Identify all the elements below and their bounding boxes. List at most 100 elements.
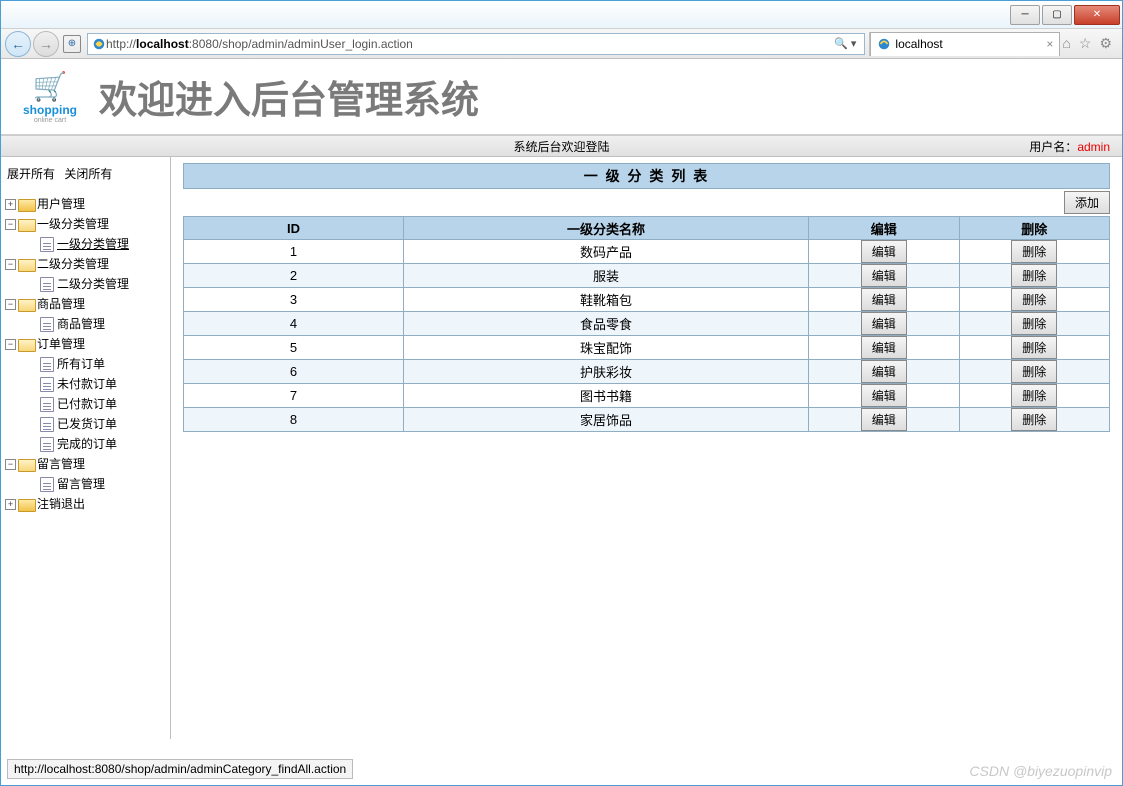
tree-leaf[interactable]: 商品管理	[57, 314, 105, 334]
folder-icon	[18, 198, 34, 211]
window-titlebar: ─ ▢ ✕	[1, 1, 1122, 29]
table-row: 1数码产品编辑删除	[184, 240, 1110, 264]
th-delete: 删除	[959, 217, 1109, 240]
document-icon	[40, 397, 54, 412]
tree-node[interactable]: 一级分类管理	[37, 214, 109, 234]
maximize-button[interactable]: ▢	[1042, 5, 1072, 25]
tree-leaf[interactable]: 一级分类管理	[57, 234, 129, 254]
edit-button[interactable]: 编辑	[861, 312, 907, 335]
tree-node[interactable]: 商品管理	[37, 294, 85, 314]
table-row: 4食品零食 编辑 删除	[184, 312, 1110, 336]
browser-tab[interactable]: localhost ×	[870, 32, 1060, 56]
document-icon	[40, 437, 54, 452]
cell-id: 4	[184, 312, 404, 336]
welcome-text: 系统后台欢迎登陆	[513, 138, 609, 155]
forward-button[interactable]: →	[33, 31, 59, 57]
table-row: 8家居饰品 编辑 删除	[184, 408, 1110, 432]
tools-icon[interactable]: ⚙	[1099, 35, 1112, 52]
tree-expander-icon[interactable]: −	[5, 459, 16, 470]
table-row: 7图书书籍编辑删除	[184, 384, 1110, 408]
cell-name: 服装	[403, 264, 808, 288]
cell-id: 7	[184, 384, 404, 408]
tree-expander-icon[interactable]: +	[5, 199, 16, 210]
folder-icon	[18, 258, 34, 271]
edit-button[interactable]: 编辑	[861, 240, 907, 263]
status-bar: http://localhost:8080/shop/admin/adminCa…	[7, 759, 353, 779]
folder-icon	[18, 458, 34, 471]
ie-icon	[92, 37, 106, 51]
add-button[interactable]: 添加	[1064, 191, 1110, 214]
tab-close-icon[interactable]: ×	[1046, 37, 1053, 51]
delete-button[interactable]: 删除	[1011, 264, 1057, 287]
document-icon	[40, 357, 54, 372]
document-icon	[40, 377, 54, 392]
browser-toolbar: ← → ⊕ http://localhost:8080/shop/admin/a…	[1, 29, 1122, 59]
user-label: 用户名：	[1029, 140, 1077, 154]
delete-button[interactable]: 删除	[1011, 312, 1057, 335]
minimize-button[interactable]: ─	[1010, 5, 1040, 25]
tree-expander-icon[interactable]: +	[5, 499, 16, 510]
delete-button[interactable]: 删除	[1011, 336, 1057, 359]
category-table: ID 一级分类名称 编辑 删除 1数码产品编辑删除2服装编辑删除3鞋靴箱包编辑删…	[183, 216, 1110, 432]
cell-id: 8	[184, 408, 404, 432]
search-dropdown-icon[interactable]: 🔍 ▾	[830, 37, 860, 50]
back-button[interactable]: ←	[5, 31, 31, 57]
tree-node[interactable]: 用户管理	[37, 194, 85, 214]
watermark: CSDN @biyezuopinvip	[969, 763, 1112, 779]
tree-expander-icon[interactable]: −	[5, 219, 16, 230]
table-row: 5珠宝配饰编辑删除	[184, 336, 1110, 360]
tree-expander-icon[interactable]: −	[5, 259, 16, 270]
table-row: 2服装 编辑 删除	[184, 264, 1110, 288]
compat-view-icon[interactable]: ⊕	[63, 35, 81, 53]
th-name: 一级分类名称	[403, 217, 808, 240]
edit-button[interactable]: 编辑	[861, 360, 907, 383]
tree-node[interactable]: 注销退出	[37, 494, 85, 514]
expand-all-link[interactable]: 展开所有	[7, 167, 55, 181]
home-icon[interactable]: ⌂	[1062, 35, 1070, 52]
delete-button[interactable]: 删除	[1011, 384, 1057, 407]
tree-leaf[interactable]: 所有订单	[57, 354, 105, 374]
document-icon	[40, 237, 54, 252]
edit-button[interactable]: 编辑	[861, 264, 907, 287]
edit-button[interactable]: 编辑	[861, 288, 907, 311]
th-edit: 编辑	[809, 217, 959, 240]
folder-icon	[18, 498, 34, 511]
cell-id: 6	[184, 360, 404, 384]
folder-icon	[18, 338, 34, 351]
tab-title: localhost	[895, 37, 942, 51]
cell-name: 数码产品	[403, 240, 808, 264]
tree-leaf[interactable]: 留言管理	[57, 474, 105, 494]
cell-id: 2	[184, 264, 404, 288]
close-button[interactable]: ✕	[1074, 5, 1120, 25]
delete-button[interactable]: 删除	[1011, 408, 1057, 431]
address-bar[interactable]: http://localhost:8080/shop/admin/adminUs…	[87, 33, 865, 55]
tree-expander-icon[interactable]: −	[5, 299, 16, 310]
nav-tree: + 用户管理 − 一级分类管理一级分类管理 − 二级分类管理二级分类管理 − 商品管理商品管理…	[3, 194, 168, 514]
edit-button[interactable]: 编辑	[861, 384, 907, 407]
edit-button[interactable]: 编辑	[861, 408, 907, 431]
delete-button[interactable]: 删除	[1011, 360, 1057, 383]
tree-leaf[interactable]: 已付款订单	[57, 394, 117, 414]
document-icon	[40, 317, 54, 332]
document-icon	[40, 417, 54, 432]
cell-name: 护肤彩妆	[403, 360, 808, 384]
cell-id: 3	[184, 288, 404, 312]
tree-node[interactable]: 订单管理	[37, 334, 85, 354]
folder-icon	[18, 218, 34, 231]
favorites-icon[interactable]: ☆	[1079, 35, 1092, 52]
cell-name: 食品零食	[403, 312, 808, 336]
cell-name: 鞋靴箱包	[403, 288, 808, 312]
cell-name: 家居饰品	[403, 408, 808, 432]
collapse-all-link[interactable]: 关闭所有	[64, 167, 112, 181]
tree-leaf[interactable]: 完成的订单	[57, 434, 117, 454]
tree-node[interactable]: 留言管理	[37, 454, 85, 474]
delete-button[interactable]: 删除	[1011, 288, 1057, 311]
table-row: 6护肤彩妆 编辑 删除	[184, 360, 1110, 384]
tree-leaf[interactable]: 已发货订单	[57, 414, 117, 434]
delete-button[interactable]: 删除	[1011, 240, 1057, 263]
tree-leaf[interactable]: 未付款订单	[57, 374, 117, 394]
edit-button[interactable]: 编辑	[861, 336, 907, 359]
tree-leaf[interactable]: 二级分类管理	[57, 274, 129, 294]
tree-node[interactable]: 二级分类管理	[37, 254, 109, 274]
tree-expander-icon[interactable]: −	[5, 339, 16, 350]
